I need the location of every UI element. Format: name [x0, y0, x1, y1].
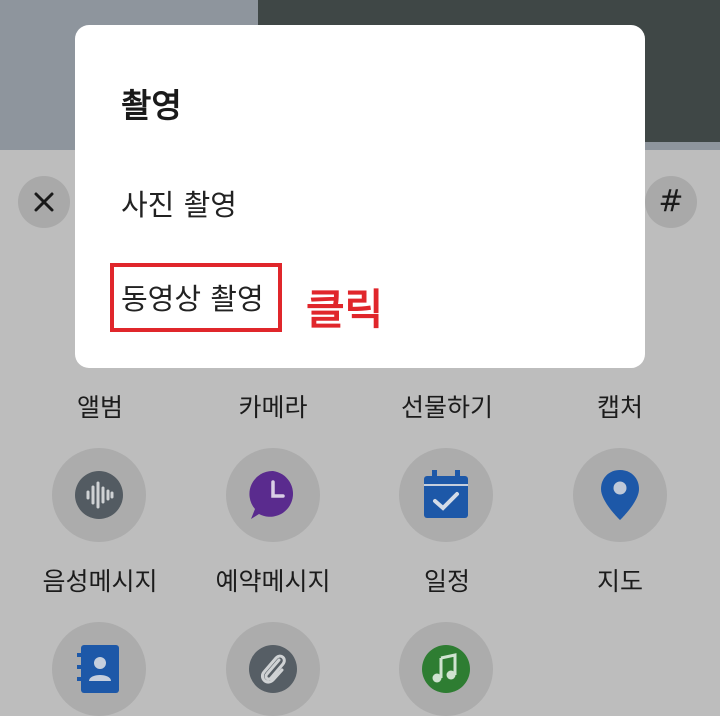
click-annotation: 클릭 — [306, 285, 384, 334]
photo-capture-option[interactable]: 사진 촬영 — [121, 182, 237, 224]
schedule-button[interactable] — [399, 448, 493, 542]
highlight-box — [110, 263, 282, 332]
gift-label[interactable]: 선물하기 — [367, 388, 527, 424]
hashtag-icon: # — [658, 184, 684, 219]
voice-message-label[interactable]: 음성메시지 — [20, 562, 180, 598]
close-icon — [34, 192, 54, 212]
hashtag-button[interactable]: # — [645, 176, 697, 228]
dialog-title: 촬영 — [121, 86, 182, 125]
album-label[interactable]: 앨범 — [20, 388, 180, 424]
music-button[interactable] — [399, 622, 493, 716]
clock-bubble-icon — [249, 470, 294, 519]
voice-message-button[interactable] — [52, 448, 146, 542]
paperclip-icon — [249, 645, 297, 693]
calendar-check-icon — [424, 470, 468, 518]
scheduled-message-button[interactable] — [226, 448, 320, 542]
file-button[interactable] — [226, 622, 320, 716]
camera-label[interactable]: 카메라 — [193, 388, 353, 424]
schedule-label[interactable]: 일정 — [367, 562, 527, 598]
map-button[interactable] — [573, 448, 667, 542]
map-pin-icon — [601, 470, 639, 520]
scheduled-message-label[interactable]: 예약메시지 — [193, 562, 353, 598]
contact-button[interactable] — [52, 622, 146, 716]
close-button[interactable] — [18, 176, 70, 228]
map-label[interactable]: 지도 — [540, 562, 700, 598]
contact-book-icon — [77, 645, 119, 693]
voice-wave-icon — [75, 471, 123, 519]
music-note-icon — [422, 645, 470, 693]
capture-label[interactable]: 캡처 — [540, 388, 700, 424]
